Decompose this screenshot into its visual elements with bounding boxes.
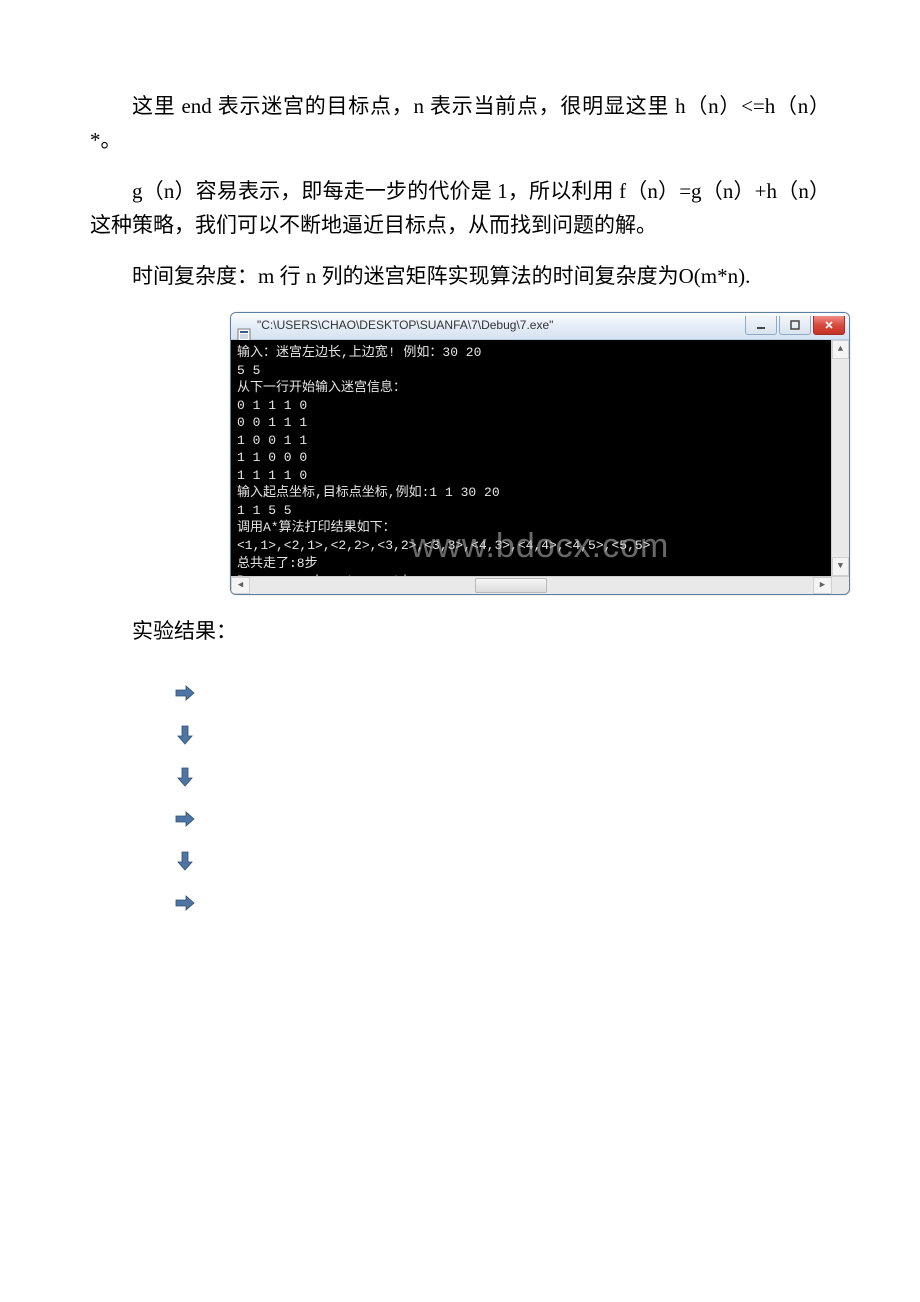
app-icon <box>237 319 251 333</box>
scroll-right-icon[interactable]: ▶ <box>813 577 832 594</box>
maximize-button[interactable] <box>779 316 811 335</box>
paragraph-3: 时间复杂度：m 行 n 列的迷宫矩阵实现算法的时间复杂度为O(m*n). <box>90 260 830 294</box>
close-button[interactable] <box>813 316 845 335</box>
window-title: "C:\USERS\CHAO\DESKTOP\SUANFA\7\Debug\7.… <box>257 316 745 335</box>
arrow-down-icon <box>170 720 200 750</box>
result-label: 实验结果： <box>90 615 830 649</box>
arrow-down-icon <box>170 846 200 876</box>
console-body[interactable]: 输入：迷宫左边长,上边宽! 例如：30 20 5 5 从下一行开始输入迷宫信息：… <box>231 340 849 594</box>
arrow-right-icon <box>170 804 200 834</box>
horizontal-scrollbar[interactable]: ◀ ▶ <box>231 576 832 594</box>
arrow-right-icon <box>170 888 200 918</box>
paragraph-2: g（n）容易表示，即每走一步的代价是 1，所以利用 f（n）=g（n）+h（n）… <box>90 175 830 242</box>
arrow-sequence <box>170 678 830 918</box>
console-output: 输入：迷宫左边长,上边宽! 例如：30 20 5 5 从下一行开始输入迷宫信息：… <box>237 344 843 590</box>
scroll-corner <box>831 576 849 594</box>
scroll-thumb[interactable] <box>475 578 547 593</box>
window-titlebar: "C:\USERS\CHAO\DESKTOP\SUANFA\7\Debug\7.… <box>231 313 849 340</box>
console-body-wrap: 输入：迷宫左边长,上边宽! 例如：30 20 5 5 从下一行开始输入迷宫信息：… <box>231 340 849 594</box>
scroll-left-icon[interactable]: ◀ <box>231 577 250 594</box>
scroll-down-icon[interactable]: ▼ <box>832 557 849 576</box>
paragraph-1: 这里 end 表示迷宫的目标点，n 表示当前点，很明显这里 h（n）<=h（n）… <box>90 90 830 157</box>
scroll-track[interactable] <box>250 578 813 593</box>
window-buttons <box>745 316 845 336</box>
arrow-down-icon <box>170 762 200 792</box>
document-page: 这里 end 表示迷宫的目标点，n 表示当前点，很明显这里 h（n）<=h（n）… <box>0 0 920 1302</box>
vertical-scrollbar[interactable]: ▲ ▼ <box>831 340 849 576</box>
window-frame: "C:\USERS\CHAO\DESKTOP\SUANFA\7\Debug\7.… <box>230 312 850 595</box>
console-window: "C:\USERS\CHAO\DESKTOP\SUANFA\7\Debug\7.… <box>230 312 850 595</box>
minimize-button[interactable] <box>745 316 777 335</box>
arrow-right-icon <box>170 678 200 708</box>
scroll-up-icon[interactable]: ▲ <box>832 340 849 359</box>
